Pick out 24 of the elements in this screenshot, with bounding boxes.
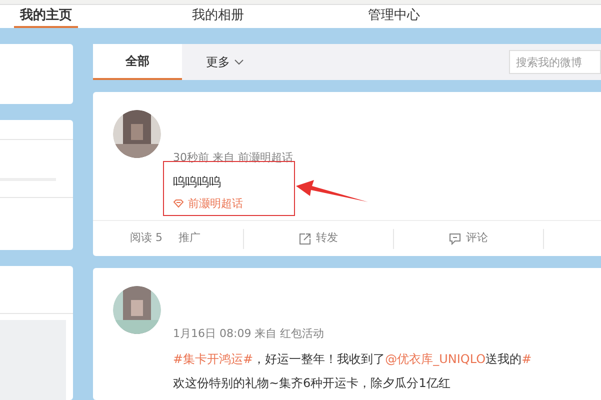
nav-tab[interactable]: 我的相册 xyxy=(186,5,250,28)
post-link[interactable]: # xyxy=(522,346,532,370)
feed-tab[interactable]: 全部 xyxy=(93,44,182,80)
chevron-down-icon xyxy=(234,59,244,65)
search-field[interactable]: 搜索我的微博 xyxy=(509,50,601,74)
post-text: ，好运一整年！我收到了 xyxy=(253,350,386,368)
nav-tab[interactable]: 管理中心 xyxy=(362,5,426,28)
comment-icon xyxy=(449,232,461,244)
arrow-annotation xyxy=(296,180,368,204)
post-meta: 1月16日 08:09 来自 红包活动 xyxy=(173,326,326,342)
post-text: 呜呜呜呜 xyxy=(173,174,222,190)
repost-button[interactable]: 转发 xyxy=(243,228,393,248)
share-icon xyxy=(299,232,311,244)
post-link[interactable]: @优衣库_UNIQLO xyxy=(385,346,486,370)
comment-button[interactable]: 评论 xyxy=(393,228,543,248)
post-text: 送我的 xyxy=(486,350,522,368)
diamond-icon xyxy=(173,199,184,208)
post-text: 欢这份特别的礼物~集齐6种开运卡，除夕瓜分1亿红 xyxy=(173,374,450,392)
post-stat: 阅读 5 xyxy=(130,230,162,246)
post-stat: 推广 xyxy=(178,230,200,246)
topic-link[interactable]: 前灏明超话 xyxy=(173,192,293,214)
nav-tab[interactable]: 我的主页 xyxy=(14,5,78,28)
more-dropdown[interactable]: 更多 xyxy=(206,53,244,71)
post-link[interactable]: #集卡开鸿运# xyxy=(173,346,254,370)
